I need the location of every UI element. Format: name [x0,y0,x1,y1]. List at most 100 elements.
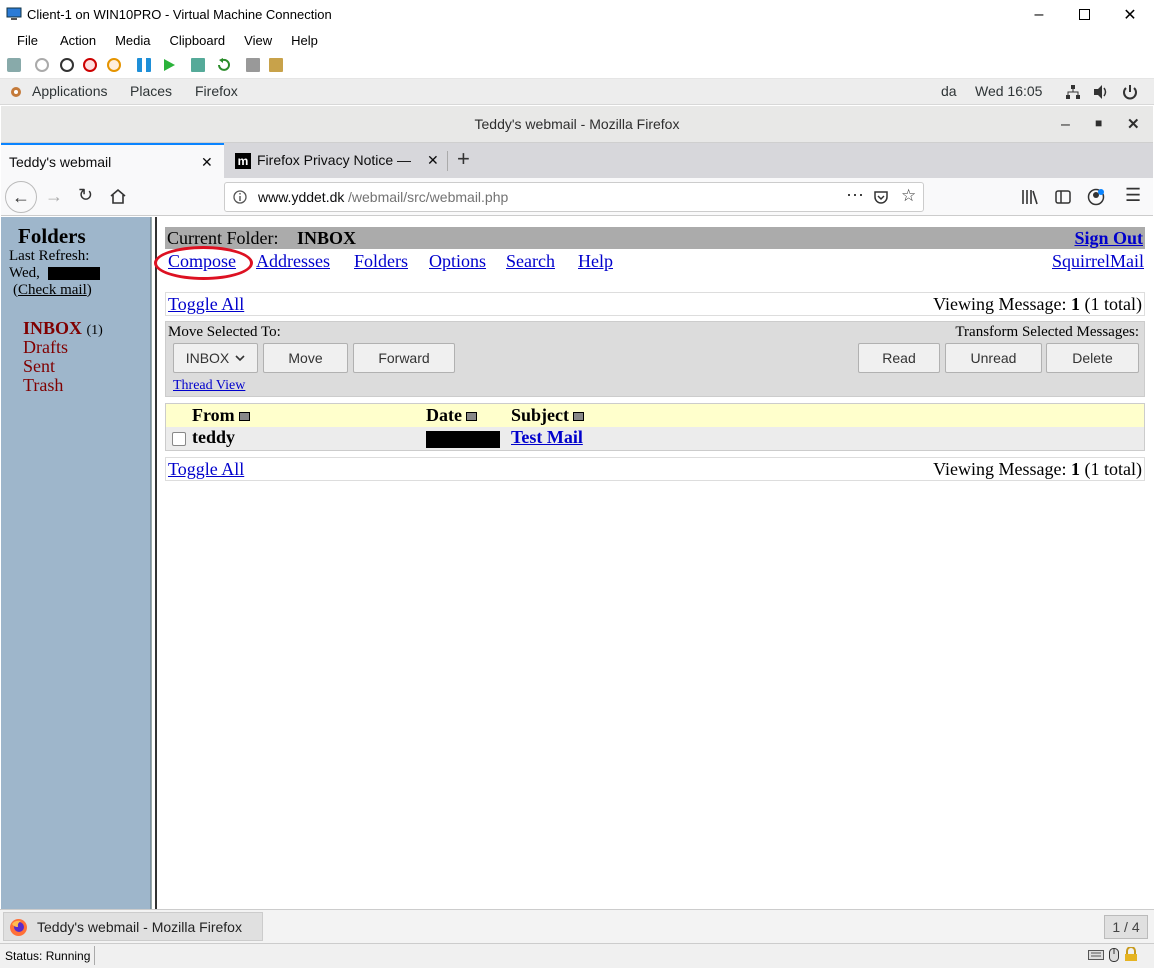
applications-icon [11,87,21,97]
vm-monitor-icon [6,7,22,20]
refresh-day: Wed, [9,265,40,281]
forward-button[interactable]: Forward [353,343,455,373]
trash-folder[interactable]: Trash [23,375,63,396]
page-actions-icon[interactable]: ⋯ [846,185,864,206]
close-button[interactable]: ✕ [1107,0,1153,29]
bottom-toggle-bar: Toggle All Viewing Message: 1 (1 total) [165,457,1145,481]
forward-icon[interactable]: → [45,186,63,207]
menu-clipboard[interactable]: Clipboard [170,33,226,48]
menu-action[interactable]: Action [60,33,96,48]
inbox-folder[interactable]: INBOX (1) [23,318,103,339]
check-mail-link[interactable]: Check mail [18,282,87,298]
unread-button[interactable]: Unread [945,343,1042,373]
toggle-all-link[interactable]: Toggle All [168,294,244,315]
delete-button[interactable]: Delete [1046,343,1139,373]
check-mail-wrapper: (Check mail) [13,282,92,298]
addresses-link[interactable]: Addresses [256,251,330,272]
tab-close-icon[interactable]: ✕ [201,145,213,180]
thread-view-link[interactable]: Thread View [173,378,245,394]
menu-view[interactable]: View [244,33,272,48]
ctrl-alt-del-icon[interactable] [7,58,21,72]
options-link[interactable]: Options [429,251,486,272]
new-tab-icon[interactable]: + [457,146,470,172]
folders-link[interactable]: Folders [354,251,408,272]
library-icon[interactable] [1021,189,1039,205]
taskbar-window-button[interactable]: Teddy's webmail - Mozilla Firefox [3,912,263,941]
pocket-icon[interactable] [873,190,889,206]
status-divider [94,946,95,965]
menu-help[interactable]: Help [291,33,318,48]
sort-icon[interactable] [573,412,584,422]
ff-minimize-button[interactable]: – [1061,106,1070,143]
checkpoint-icon[interactable] [191,58,205,72]
viewing-total: (1 total) [1084,294,1142,314]
workspace-switcher[interactable]: 1 / 4 [1104,915,1148,939]
message-subject-link[interactable]: Test Mail [511,427,583,448]
sidebar-toggle-icon[interactable] [1055,189,1071,205]
vm-status-bar: Status: Running [0,943,1154,968]
message-checkbox[interactable] [172,432,186,446]
volume-icon[interactable] [1093,84,1109,100]
date-header[interactable]: Date [426,405,477,426]
move-selected-label: Move Selected To: [168,324,281,340]
pause-icon[interactable] [137,58,151,72]
subject-header[interactable]: Subject [511,405,584,426]
chevron-down-icon [235,354,245,361]
save-icon[interactable] [107,58,121,72]
sign-out-link[interactable]: Sign Out [1074,228,1143,249]
table-row[interactable]: teddy Test Mail [166,427,1144,450]
read-button[interactable]: Read [858,343,940,373]
turn-off-icon[interactable] [60,58,74,72]
sent-folder[interactable]: Sent [23,356,55,377]
power-icon[interactable] [1122,84,1138,100]
input-language[interactable]: da [941,83,957,99]
account-icon[interactable] [1087,188,1105,206]
shutdown-icon[interactable] [83,58,97,72]
move-button[interactable]: Move [263,343,348,373]
from-header[interactable]: From [192,405,250,426]
reload-icon[interactable]: ↻ [78,185,93,206]
toggle-all-link[interactable]: Toggle All [168,459,244,480]
sort-icon[interactable] [238,412,250,422]
back-icon[interactable]: ← [5,181,37,213]
menu-file[interactable]: File [17,33,38,48]
table-header-row: From Date Subject [166,404,1144,427]
sort-icon[interactable] [465,412,477,422]
maximize-button[interactable] [1061,0,1107,29]
squirrelmail-link[interactable]: SquirrelMail [1052,251,1144,272]
resume-icon[interactable] [162,58,176,72]
search-link[interactable]: Search [506,251,555,272]
menu-media[interactable]: Media [115,33,150,48]
network-icon[interactable] [1065,84,1081,100]
places-menu[interactable]: Places [130,83,172,99]
folder-select[interactable]: INBOX [173,343,258,373]
tab-privacy-notice[interactable]: m Firefox Privacy Notice — ✕ [225,143,447,178]
revert-icon[interactable] [216,58,230,72]
home-icon[interactable] [109,188,127,205]
firefox-title-bar: Teddy's webmail - Mozilla Firefox – ■ ✕ [1,106,1153,143]
share-icon[interactable] [269,58,283,72]
mozilla-favicon-icon: m [235,153,251,169]
drafts-folder[interactable]: Drafts [23,337,68,358]
ff-maximize-button[interactable]: ■ [1095,105,1102,142]
hamburger-menu-icon[interactable]: ☰ [1125,185,1141,206]
frame-divider[interactable] [151,217,157,909]
viewing-prefix: Viewing Message: [933,459,1067,479]
url-bar[interactable]: www.yddet.dk /webmail/src/webmail.php ⋯ … [224,182,924,212]
start-icon[interactable] [35,58,49,72]
ff-close-button[interactable]: ✕ [1127,106,1140,143]
tab-close-icon[interactable]: ✕ [427,143,439,178]
clock[interactable]: Wed 16:05 [975,83,1042,99]
inbox-link[interactable]: INBOX [23,318,82,338]
enhanced-session-icon[interactable] [246,58,260,72]
url-domain: www.yddet.dk [258,189,345,205]
help-link[interactable]: Help [578,251,613,272]
current-folder-label: Current Folder: [167,228,279,248]
firefox-menu[interactable]: Firefox [195,83,238,99]
bookmark-star-icon[interactable]: ☆ [901,186,916,206]
info-icon[interactable] [233,190,247,204]
applications-menu[interactable]: Applications [32,83,108,99]
minimize-button[interactable]: – [1016,0,1062,29]
webmail-page: Folders Last Refresh: Wed, (Check mail) … [1,217,1153,909]
tab-teddys-webmail[interactable]: Teddy's webmail ✕ [1,143,224,178]
